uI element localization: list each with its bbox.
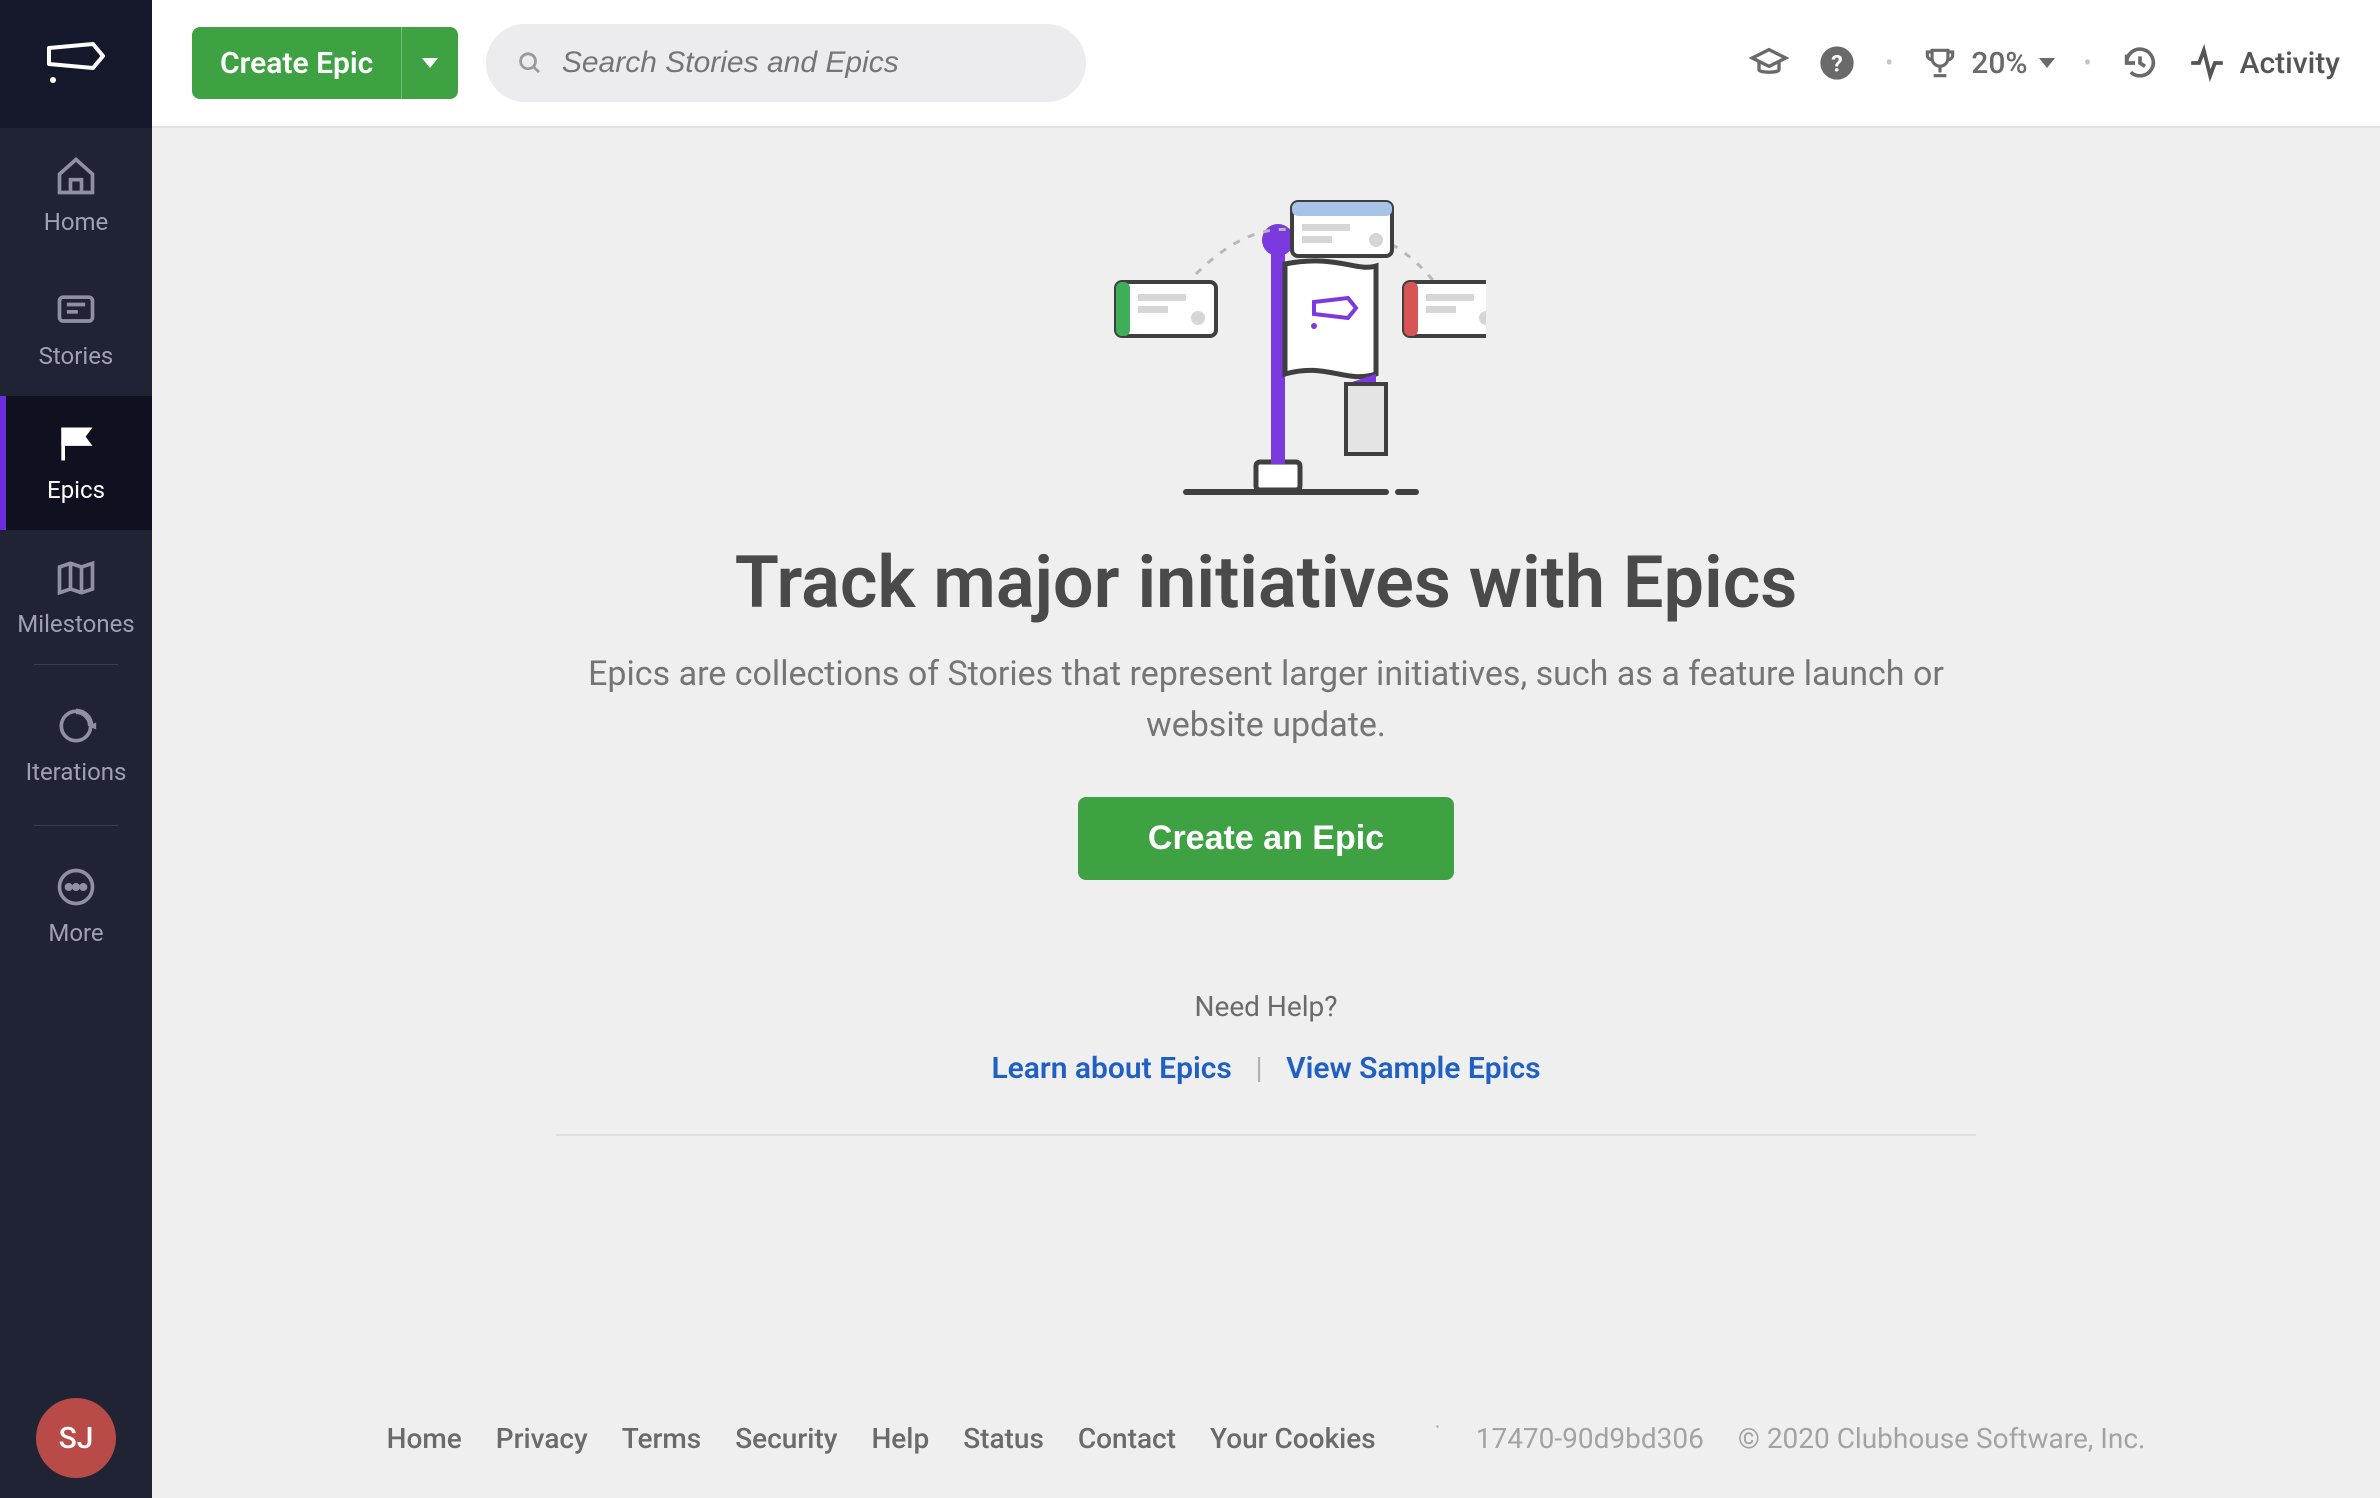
- help-links: Learn about Epics | View Sample Epics: [991, 1051, 1540, 1086]
- caret-down-icon: [422, 58, 438, 68]
- activity-button[interactable]: Activity: [2188, 44, 2340, 82]
- more-icon: [54, 865, 98, 909]
- create-epic-label: Create Epic: [192, 27, 402, 99]
- sidebar-item-label: More: [48, 919, 103, 947]
- learn-button[interactable]: [1749, 43, 1789, 83]
- footer-link-cookies[interactable]: Your Cookies: [1210, 1422, 1376, 1455]
- footer-link-terms[interactable]: Terms: [622, 1422, 701, 1455]
- avatar-initials: SJ: [59, 1421, 94, 1456]
- cta-label: Create an Epic: [1148, 819, 1384, 857]
- history-button[interactable]: [2120, 43, 2160, 83]
- avatar[interactable]: SJ: [36, 1398, 116, 1478]
- progress-button[interactable]: 20%: [1921, 44, 2055, 82]
- story-card-icon: [54, 288, 98, 332]
- svg-text:?: ?: [1831, 49, 1843, 77]
- activity-label: Activity: [2240, 46, 2340, 81]
- create-epic-button[interactable]: Create Epic: [192, 27, 458, 99]
- flag-logo-icon: [45, 42, 107, 86]
- twitter-link[interactable]: [1410, 1419, 1442, 1458]
- hero-illustration: [1046, 194, 1486, 514]
- footer-link-contact[interactable]: Contact: [1078, 1422, 1176, 1455]
- flag-icon: [54, 422, 98, 466]
- history-icon: [2120, 43, 2160, 83]
- graduation-cap-icon: [1749, 43, 1789, 83]
- caret-down-icon: [2039, 58, 2055, 68]
- separator-dot: •: [2083, 49, 2091, 77]
- search-input[interactable]: [560, 45, 1056, 81]
- learn-about-epics-link[interactable]: Learn about Epics: [991, 1051, 1231, 1086]
- search-icon: [516, 48, 544, 78]
- sidebar-item-epics[interactable]: Epics: [0, 396, 152, 530]
- separator-dot: •: [1885, 49, 1893, 77]
- topbar: Create Epic ? • 20% • Activity: [152, 0, 2380, 128]
- hero-title: Track major initiatives with Epics: [735, 540, 1798, 625]
- iteration-icon: [54, 704, 98, 748]
- create-epic-dropdown[interactable]: [402, 27, 458, 99]
- sidebar-item-label: Home: [44, 208, 109, 236]
- separator-pipe: |: [1255, 1051, 1262, 1086]
- copyright: © 2020 Clubhouse Software, Inc.: [1738, 1422, 2146, 1455]
- divider: [556, 1134, 1976, 1136]
- footer-link-help[interactable]: Help: [871, 1422, 929, 1455]
- sidebar-item-more[interactable]: More: [0, 826, 152, 986]
- sidebar-item-label: Milestones: [17, 610, 134, 638]
- progress-value: 20%: [1971, 46, 2027, 81]
- help-button[interactable]: ?: [1817, 43, 1857, 83]
- logo[interactable]: [0, 0, 152, 128]
- sidebar-item-label: Stories: [39, 342, 114, 370]
- sidebar-item-milestones[interactable]: Milestones: [0, 530, 152, 664]
- view-sample-epics-link[interactable]: View Sample Epics: [1286, 1051, 1540, 1086]
- main-content: Track major initiatives with Epics Epics…: [152, 128, 2380, 1498]
- activity-icon: [2188, 44, 2226, 82]
- footer-link-status[interactable]: Status: [963, 1422, 1044, 1455]
- sidebar-item-stories[interactable]: Stories: [0, 262, 152, 396]
- home-icon: [54, 154, 98, 198]
- sidebar-item-label: Iterations: [26, 758, 127, 786]
- search-field[interactable]: [486, 24, 1086, 102]
- sidebar-item-label: Epics: [47, 476, 105, 504]
- sidebar: Home Stories Epics Milestones Iterations…: [0, 0, 152, 1498]
- hero-subtitle: Epics are collections of Stories that re…: [576, 649, 1956, 751]
- twitter-icon: [1410, 1419, 1442, 1451]
- footer-link-home[interactable]: Home: [387, 1422, 462, 1455]
- help-block: Need Help? Learn about Epics | View Samp…: [991, 990, 1540, 1086]
- help-label: Need Help?: [991, 990, 1540, 1023]
- footer-link-security[interactable]: Security: [735, 1422, 837, 1455]
- question-circle-icon: ?: [1817, 43, 1857, 83]
- footer-link-privacy[interactable]: Privacy: [496, 1422, 588, 1455]
- trophy-icon: [1921, 44, 1959, 82]
- create-an-epic-button[interactable]: Create an Epic: [1078, 797, 1454, 880]
- sidebar-item-home[interactable]: Home: [0, 128, 152, 262]
- footer: Home Privacy Terms Security Help Status …: [152, 1378, 2380, 1498]
- sidebar-item-iterations[interactable]: Iterations: [0, 665, 152, 825]
- build-id: 17470-90d9bd306: [1476, 1422, 1704, 1455]
- map-icon: [54, 556, 98, 600]
- avatar-area: SJ: [0, 1378, 152, 1498]
